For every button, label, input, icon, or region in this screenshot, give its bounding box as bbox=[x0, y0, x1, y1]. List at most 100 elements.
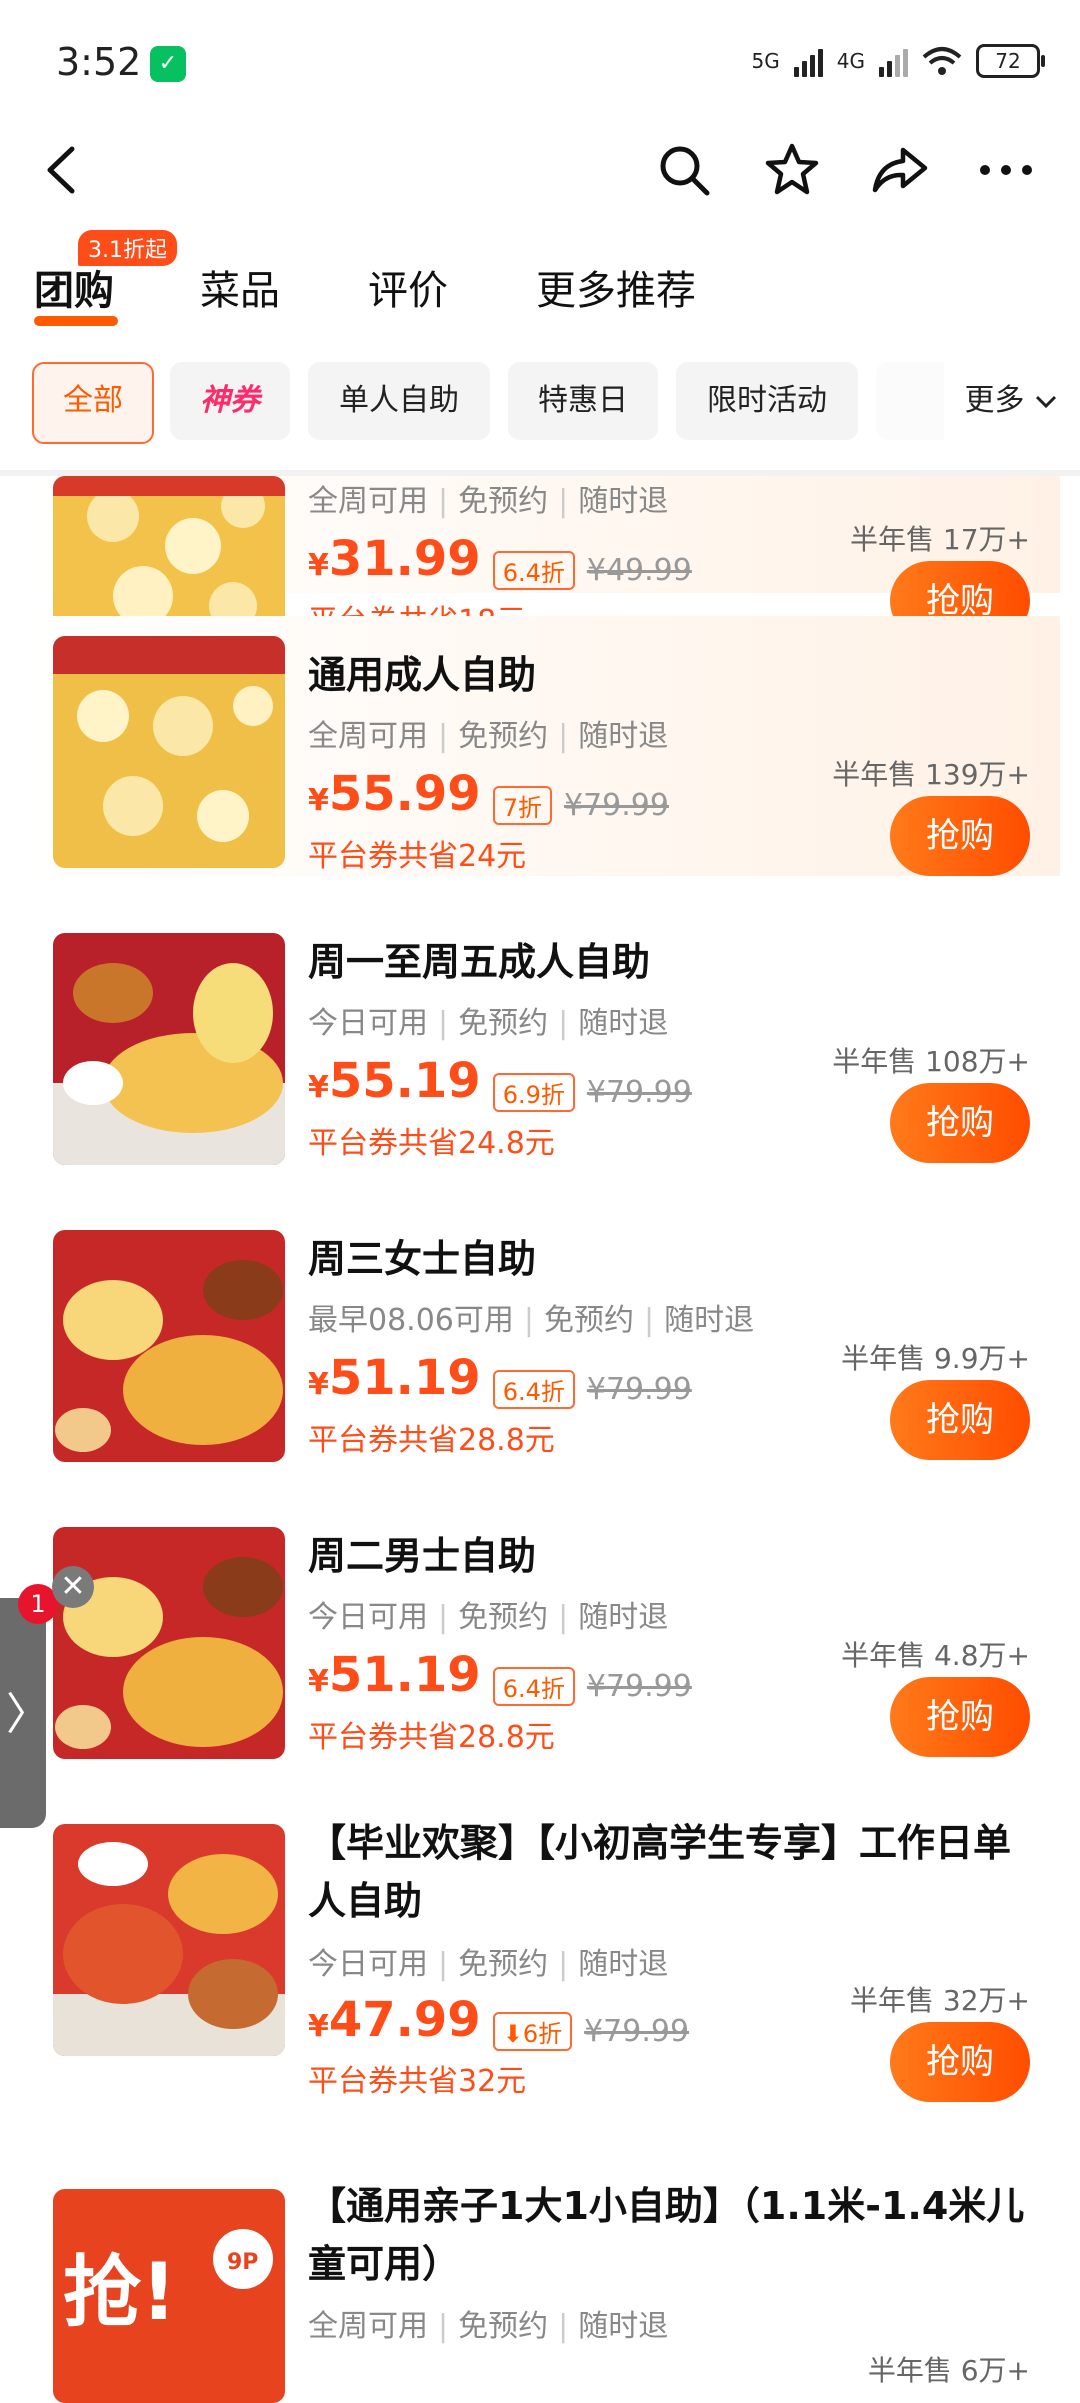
deal-item[interactable]: 抢! 9P 【通用亲子1大1小自助】（1.1米-1.4米儿童可用） 全周可用 | 免预… bbox=[20, 2184, 1060, 2403]
battery-indicator: 72 bbox=[976, 44, 1045, 78]
buy-button[interactable]: 抢购 bbox=[890, 2022, 1030, 2102]
tab-group-buy[interactable]: 团购 bbox=[34, 258, 114, 316]
deal-tag: 全周可用 bbox=[308, 2309, 428, 2344]
share-icon bbox=[872, 147, 928, 193]
buy-button[interactable]: 抢购 bbox=[890, 1677, 1030, 1757]
deal-tags: 今日可用 | 免预约 | 随时退 bbox=[308, 1600, 669, 1635]
sales-count: 半年售 9.9万+ bbox=[841, 1342, 1030, 1375]
deal-item[interactable]: 周一至周五成人自助 今日可用 | 免预约 | 随时退 ¥55.19 6.9折 ¥79.99 … bbox=[20, 933, 1060, 1230]
deal-tag: 免预约 bbox=[544, 1303, 634, 1338]
original-price: ¥79.99 bbox=[563, 788, 669, 823]
deal-tag: 免预约 bbox=[458, 1600, 549, 1635]
deal-item[interactable]: 周二男士自助 今日可用 | 免预约 | 随时退 ¥51.19 6.4折 ¥79.99 平台券… bbox=[20, 1527, 1060, 1824]
deal-thumbnail bbox=[53, 1230, 285, 1462]
deal-tag: 随时退 bbox=[578, 1006, 669, 1041]
sales-count: 半年售 139万+ bbox=[832, 758, 1030, 791]
deal-price: ¥55.19 6.9折 ¥79.99 bbox=[308, 1053, 692, 1112]
deal-tags: 今日可用 | 免预约 | 随时退 bbox=[308, 1947, 669, 1982]
deal-price: ¥55.99 7折 ¥79.99 bbox=[308, 766, 669, 825]
deal-title: 【毕业欢聚】【小初高学生专享】工作日单人自助 bbox=[308, 1821, 1012, 1923]
signal-icon-2 bbox=[879, 45, 908, 77]
deal-price: ¥51.19 6.4折 ¥79.99 bbox=[308, 1350, 692, 1409]
deal-tags: 全周可用 | 免预约 | 随时退 bbox=[308, 484, 669, 519]
deal-tag: 今日可用 bbox=[308, 1600, 428, 1635]
buy-button[interactable]: 抢购 bbox=[890, 1380, 1030, 1460]
deal-tag: 随时退 bbox=[578, 1947, 669, 1982]
deal-price: ¥47.99 ⬇6折 ¥79.99 bbox=[308, 1992, 689, 2051]
chip-limited-event[interactable]: 限时活动 bbox=[676, 362, 858, 440]
deal-tags: 全周可用 | 免预约 | 随时退 bbox=[308, 719, 669, 754]
deal-tags: 最早08.06可用 | 免预约 | 随时退 bbox=[308, 1303, 755, 1338]
tab-reviews[interactable]: 评价 bbox=[368, 258, 448, 316]
deal-title: 周三女士自助 bbox=[308, 1237, 537, 1281]
status-bar: 3:52 ✓ 5G 4G 72 bbox=[0, 0, 1080, 120]
deal-title: 周一至周五成人自助 bbox=[308, 940, 651, 984]
favorite-button[interactable] bbox=[760, 138, 824, 202]
deal-tag: 今日可用 bbox=[308, 1947, 428, 1982]
down-arrow-icon: ⬇ bbox=[502, 2020, 523, 2048]
status-time: 3:52 bbox=[56, 40, 142, 84]
back-arrow-icon bbox=[47, 146, 75, 194]
currency-symbol: ¥ bbox=[308, 783, 329, 818]
deal-item[interactable]: 通用成人自助 全周可用 | 免预约 | 随时退 ¥55.99 7折 ¥79.99 平台券共省… bbox=[20, 616, 1060, 876]
chip-all[interactable]: 全部 bbox=[32, 362, 154, 444]
deal-title: 【通用亲子1大1小自助】（1.1米-1.4米儿童可用） bbox=[308, 2184, 1025, 2286]
tab-dishes[interactable]: 菜品 bbox=[200, 258, 280, 316]
deal-title: 周二男士自助 bbox=[308, 1534, 537, 1578]
currency-symbol: ¥ bbox=[308, 1664, 329, 1699]
deal-item[interactable]: 【毕业欢聚】【小初高学生专享】工作日单人自助 今日可用 | 免预约 | 随时退 ¥47.… bbox=[20, 1821, 1060, 2154]
original-price: ¥79.99 bbox=[586, 1075, 692, 1110]
active-tab-underline bbox=[34, 316, 118, 326]
chip-special-day[interactable]: 特惠日 bbox=[508, 362, 658, 440]
search-button[interactable] bbox=[652, 138, 716, 202]
original-price: ¥79.99 bbox=[586, 1372, 692, 1407]
more-filters-button[interactable]: 更多 bbox=[944, 362, 1058, 440]
platform-savings: 平台券共省28.8元 bbox=[308, 1423, 555, 1458]
deal-tag: 全周可用 bbox=[308, 484, 428, 519]
deal-tag: 免预约 bbox=[458, 484, 549, 519]
buy-button[interactable]: 抢购 bbox=[890, 1083, 1030, 1163]
signal-icon bbox=[793, 45, 823, 77]
original-price: ¥49.99 bbox=[586, 553, 692, 588]
discount-badge: 6.4折 bbox=[492, 551, 575, 590]
share-button[interactable] bbox=[868, 138, 932, 202]
deal-tag: 最早08.06可用 bbox=[308, 1303, 514, 1338]
discount-badge: 7折 bbox=[492, 786, 552, 825]
deal-thumbnail bbox=[53, 636, 285, 868]
deal-tag: 免预约 bbox=[458, 2309, 549, 2344]
deal-item[interactable]: 全周可用|免预约|随时退 ¥31.996.4折¥49.99 平台券共省18元 半… bbox=[20, 476, 1060, 648]
chip-coupon[interactable]: 神券 bbox=[170, 362, 290, 440]
thumb-brand-text: 9P bbox=[227, 2250, 258, 2275]
deal-tag: 随时退 bbox=[578, 484, 669, 519]
discount-badge: 6.4折 bbox=[492, 1370, 575, 1409]
network-4g-label: 4G bbox=[836, 49, 865, 73]
deal-tag: 今日可用 bbox=[308, 1006, 428, 1041]
sales-count: 半年售 4.8万+ bbox=[841, 1639, 1030, 1672]
more-options-button[interactable] bbox=[974, 138, 1038, 202]
deal-tag: 随时退 bbox=[664, 1303, 755, 1338]
sales-count: 半年售 17万+ bbox=[850, 523, 1030, 556]
section-tabs: 3.1折起 团购 菜品 评价 更多推荐 bbox=[0, 230, 1080, 340]
back-button[interactable] bbox=[30, 138, 94, 202]
original-price: ¥79.99 bbox=[586, 1669, 692, 1704]
price-value: 55.19 bbox=[328, 1053, 481, 1109]
price-value: 31.99 bbox=[328, 531, 481, 587]
deal-price: ¥51.19 6.4折 ¥79.99 bbox=[308, 1647, 692, 1706]
close-icon[interactable]: ✕ bbox=[52, 1566, 94, 1608]
network-5g-label: 5G bbox=[751, 49, 780, 73]
top-nav bbox=[0, 120, 1080, 220]
more-label: 更多 bbox=[964, 383, 1025, 418]
wifi-icon bbox=[922, 47, 962, 75]
deal-tag: 随时退 bbox=[578, 719, 669, 754]
deal-tag: 随时退 bbox=[578, 1600, 669, 1635]
currency-symbol: ¥ bbox=[308, 2009, 329, 2044]
more-dots-icon bbox=[980, 165, 1032, 175]
chip-single-buffet[interactable]: 单人自助 bbox=[308, 362, 490, 440]
filter-chips: 全部 神券 单人自助 特惠日 限时活动 更多 bbox=[0, 360, 1080, 450]
tab-more-recommend[interactable]: 更多推荐 bbox=[536, 258, 696, 316]
sales-count: 半年售 108万+ bbox=[832, 1045, 1030, 1078]
deal-item[interactable]: 周三女士自助 最早08.06可用 | 免预约 | 随时退 ¥51.19 6.4折 ¥79.9… bbox=[20, 1230, 1060, 1527]
buy-button[interactable]: 抢购 bbox=[890, 796, 1030, 876]
floating-side-tab[interactable]: 〉 bbox=[0, 1598, 50, 1828]
deal-tags: 全周可用 | 免预约 | 随时退 bbox=[308, 2309, 669, 2344]
